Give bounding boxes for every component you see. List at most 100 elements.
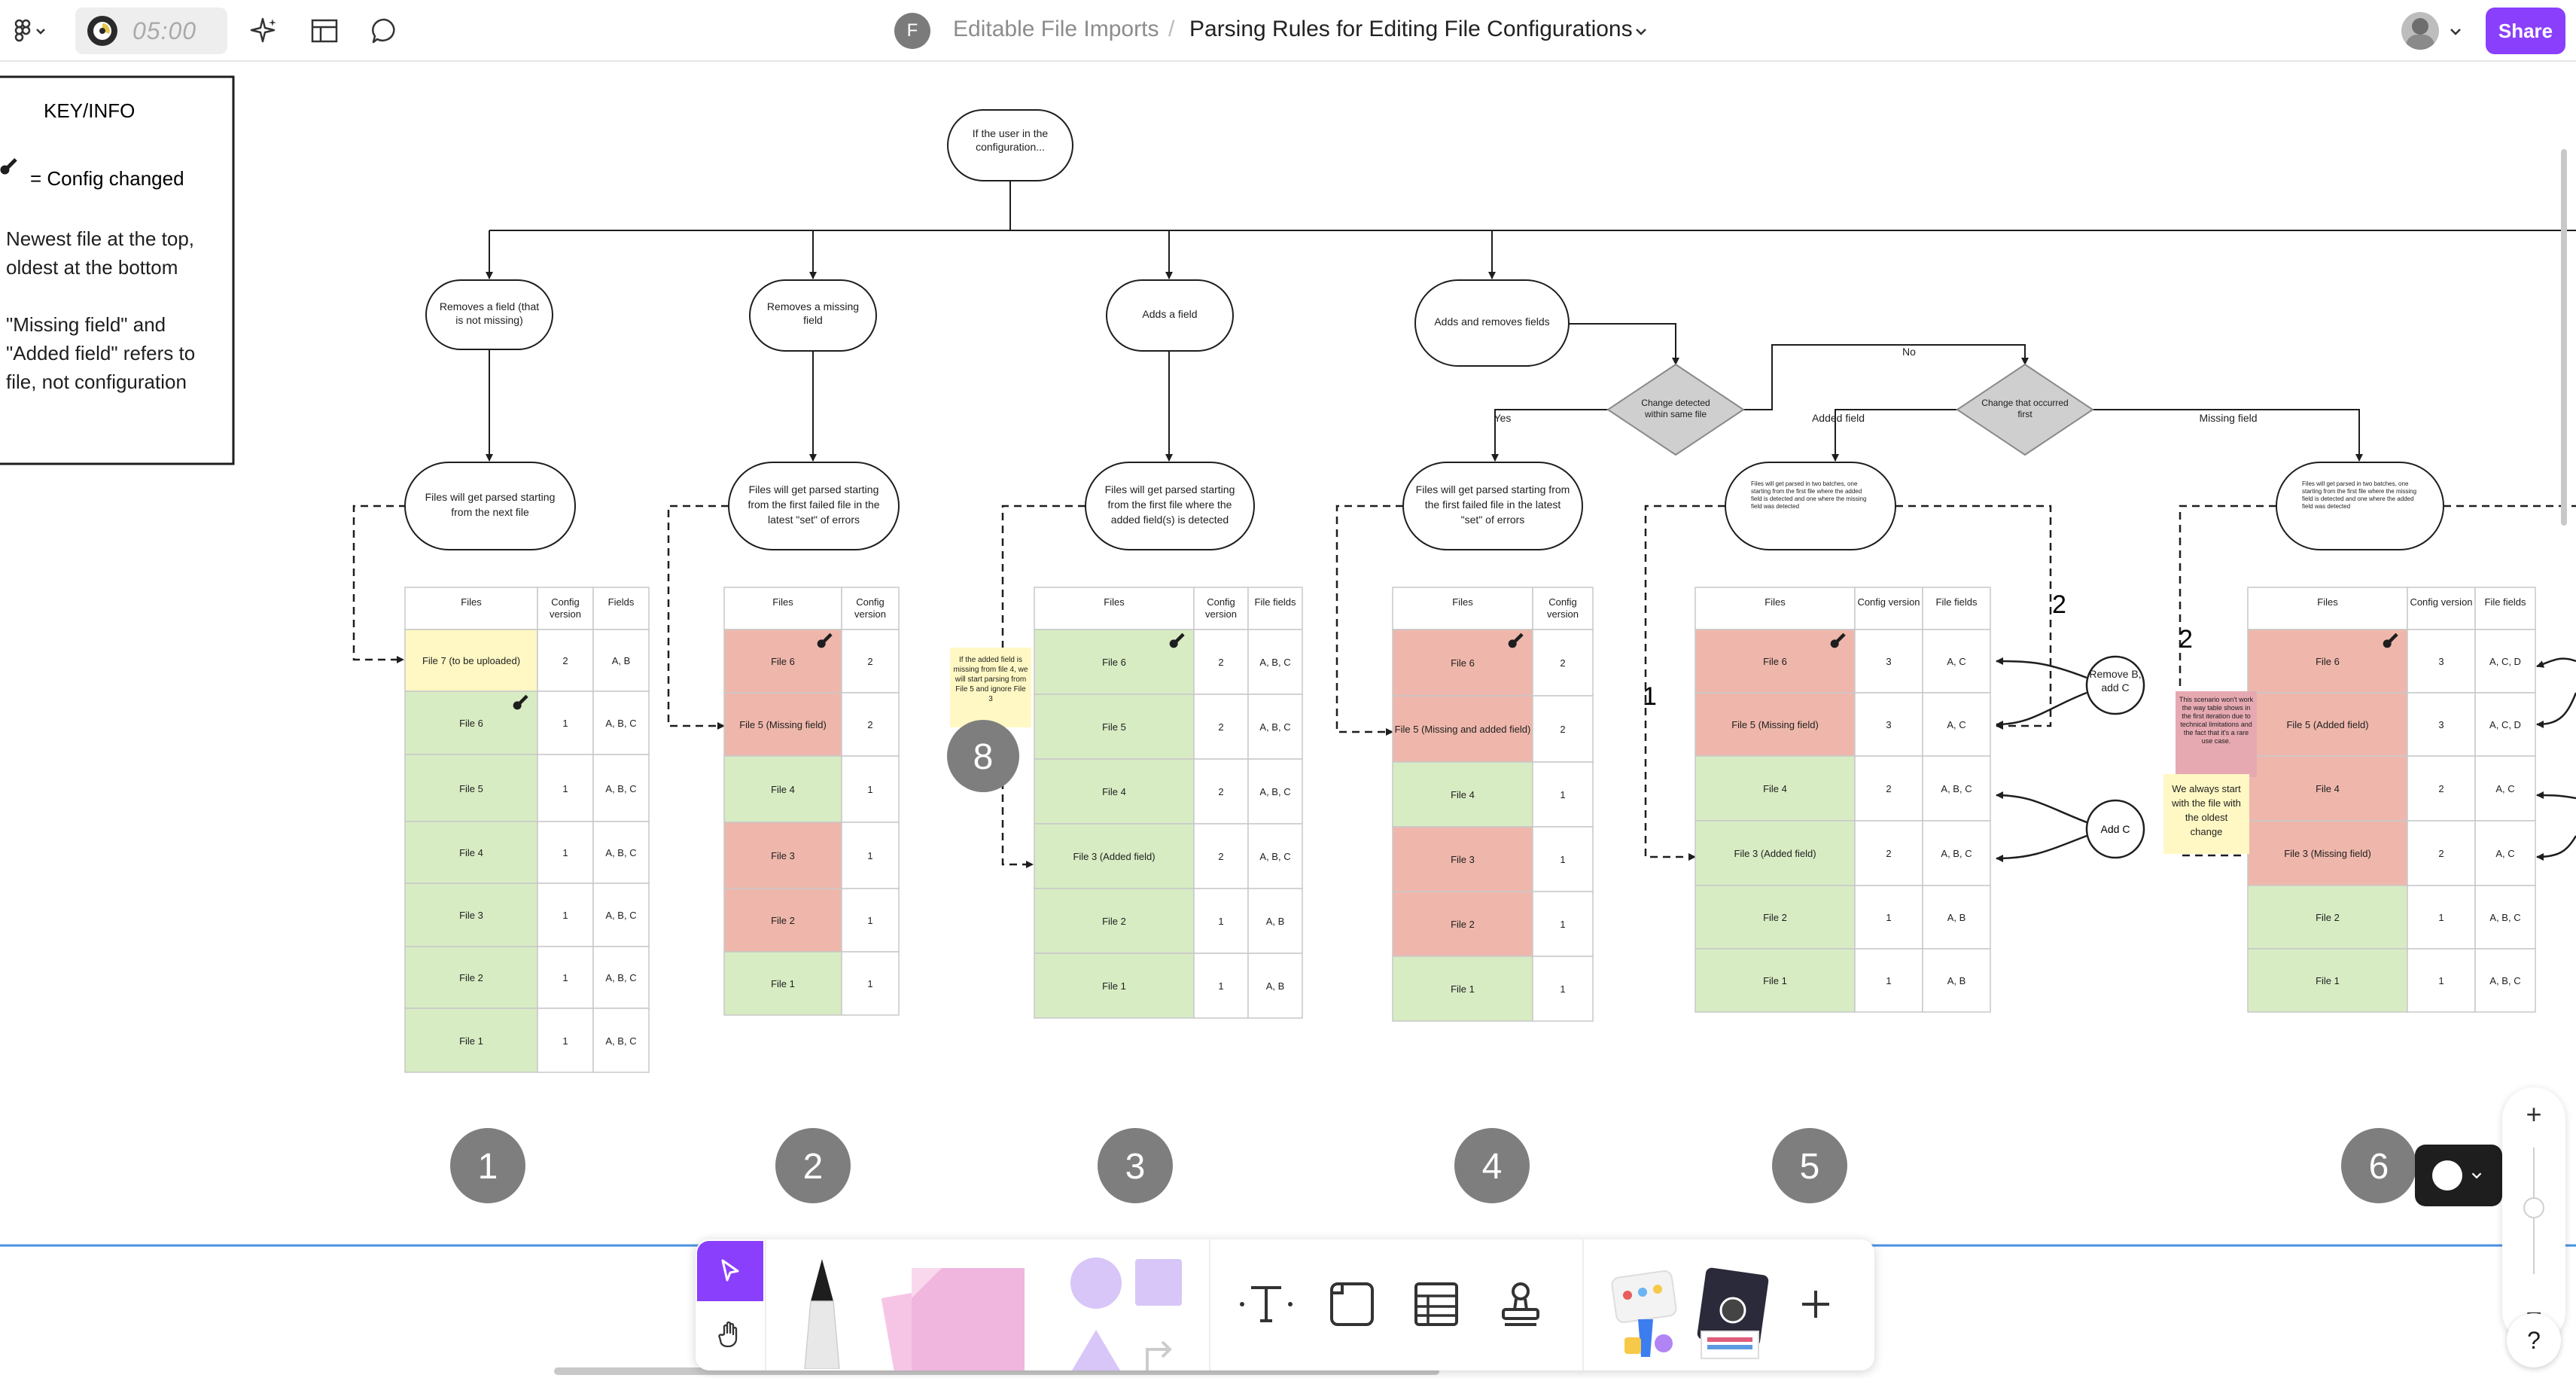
key-title: KEY/INFO bbox=[44, 99, 135, 122]
table-cell-text: File 3 bbox=[771, 850, 795, 861]
table-cell-text: File 3 bbox=[1451, 854, 1475, 865]
layout-button[interactable] bbox=[306, 14, 343, 48]
top-bar: 05:00 F Editable File Imports / Parsing … bbox=[0, 0, 2576, 62]
table-cell-text: A, B, C bbox=[1941, 783, 1972, 794]
table-cell-text: File 4 bbox=[1763, 783, 1787, 794]
badge-8-text: 8 bbox=[973, 737, 994, 777]
team-avatar[interactable]: F bbox=[894, 13, 930, 49]
section-tool-button[interactable] bbox=[1320, 1273, 1384, 1336]
plus-icon bbox=[1802, 1291, 1829, 1318]
label-missing-field: Missing field bbox=[2199, 412, 2257, 424]
outcome-text-3: Files will get parsed starting from the … bbox=[1104, 483, 1235, 526]
badge-1-text: 1 bbox=[478, 1147, 498, 1187]
remove-b-add-c-text: Remove B, add C bbox=[2089, 668, 2142, 694]
table-header-label: Config version bbox=[1205, 596, 1237, 620]
table-cell-text: File 1 bbox=[1763, 975, 1787, 986]
label-no: No bbox=[1902, 346, 1916, 358]
table-cell-text: 3 bbox=[1886, 719, 1892, 730]
table-header-label: File fields bbox=[1254, 596, 1296, 608]
breadcrumb-project[interactable]: Editable File Imports bbox=[953, 17, 1159, 42]
text-icon bbox=[1240, 1286, 1293, 1322]
table-cell-text: File 1 bbox=[2316, 975, 2340, 986]
table-cell-text: File 4 bbox=[771, 784, 795, 795]
avatar-body bbox=[2406, 35, 2434, 50]
table-cell-text: 1 bbox=[867, 915, 873, 926]
zoom-in-button[interactable]: + bbox=[2502, 1093, 2565, 1136]
table-cell-text: A, B, C bbox=[2489, 975, 2521, 986]
photo-widget-button[interactable] bbox=[1694, 1259, 1769, 1364]
table-header-label: Config version bbox=[854, 596, 886, 620]
figma-menu-icon bbox=[14, 19, 45, 42]
table-cell-text: File 2 bbox=[1763, 912, 1787, 923]
label-yes: Yes bbox=[1494, 412, 1512, 424]
toolbar-divider-3 bbox=[1582, 1239, 1584, 1370]
branch-text-4: Adds and removes fields bbox=[1434, 316, 1550, 328]
badge-4-text: 4 bbox=[1482, 1147, 1503, 1187]
avatar-image bbox=[2412, 18, 2428, 35]
zoom-knob[interactable] bbox=[2523, 1197, 2544, 1218]
ai-sparkle-icon bbox=[250, 17, 276, 43]
comment-button[interactable] bbox=[366, 14, 403, 48]
table-cell-text: 3 bbox=[2438, 656, 2444, 667]
sticky-note-tool-button[interactable] bbox=[881, 1255, 1048, 1370]
table-cell-text: A, B, C bbox=[1259, 657, 1291, 668]
chevron-down-icon[interactable] bbox=[1632, 23, 1650, 41]
figma-menu-button[interactable] bbox=[11, 15, 54, 47]
table-cell-text: 1 bbox=[562, 1035, 568, 1047]
root-text: If the user in the configuration... bbox=[972, 127, 1049, 153]
hand-tool-button[interactable] bbox=[697, 1304, 763, 1364]
ai-button[interactable] bbox=[245, 14, 283, 48]
table-cell-text: 2 bbox=[1560, 657, 1566, 669]
vertical-scrollbar[interactable] bbox=[2561, 149, 2567, 526]
table-header-label: Files bbox=[1452, 596, 1473, 608]
table-cell-text: 1 bbox=[1560, 789, 1566, 800]
share-button[interactable]: Share bbox=[2486, 8, 2565, 54]
user-menu-chevron-icon[interactable] bbox=[2447, 23, 2465, 41]
move-pointer-icon bbox=[721, 1259, 739, 1282]
table-cell-text: 2 bbox=[2438, 783, 2444, 794]
outcome-text-4: Files will get parsed starting from the … bbox=[1415, 483, 1570, 526]
color-picker-button[interactable] bbox=[2415, 1145, 2502, 1206]
add-more-button[interactable] bbox=[1784, 1273, 1847, 1336]
jambot-widget-button[interactable] bbox=[1608, 1259, 1683, 1364]
toolbar-divider-2 bbox=[1209, 1239, 1210, 1370]
shapes-tool-button[interactable] bbox=[1061, 1258, 1185, 1370]
user-avatar[interactable] bbox=[2401, 12, 2439, 50]
table-cell-text: File 4 bbox=[459, 847, 483, 858]
edge-arrows bbox=[2536, 657, 2576, 861]
breadcrumb-separator: / bbox=[1168, 17, 1175, 41]
table-cell-text: A, B, C bbox=[605, 718, 637, 729]
table-cell-text: File 1 bbox=[1451, 983, 1475, 995]
table-header-label: File fields bbox=[2484, 596, 2526, 608]
whiteboard-canvas[interactable]: KEY/INFO = Config changed Newest file at… bbox=[0, 63, 2576, 1378]
marker-icon bbox=[804, 1259, 840, 1369]
hand-icon bbox=[718, 1321, 738, 1348]
shapes-icon bbox=[1070, 1258, 1182, 1370]
table-header-label: Files bbox=[2317, 596, 2338, 608]
table-cell-text: 2 bbox=[1560, 724, 1566, 735]
table-cell-text: 1 bbox=[562, 847, 568, 858]
table-cell-text: 2 bbox=[1886, 848, 1892, 859]
team-initial: F bbox=[906, 20, 918, 41]
table-cell-text: File 2 bbox=[1451, 919, 1475, 930]
stamp-tool-button[interactable] bbox=[1489, 1273, 1552, 1336]
marker-tool-button[interactable] bbox=[786, 1247, 858, 1370]
move-tool-button[interactable] bbox=[697, 1241, 763, 1301]
table-cell-text: File 5 bbox=[1102, 721, 1126, 733]
table-cell-text: 1 bbox=[867, 850, 873, 861]
table-header-label: File fields bbox=[1935, 596, 1978, 608]
help-button[interactable]: ? bbox=[2507, 1313, 2561, 1367]
text-tool-button[interactable] bbox=[1235, 1273, 1298, 1336]
timer-widget[interactable]: 05:00 bbox=[75, 8, 227, 54]
key-order-note: Newest file at the top, oldest at the bo… bbox=[6, 227, 195, 279]
table-cell-text: A, B, C bbox=[605, 972, 637, 983]
table-cell-text: File 2 bbox=[771, 915, 795, 926]
table-cell-text: 2 bbox=[1886, 783, 1892, 794]
file-title[interactable]: Parsing Rules for Editing File Configura… bbox=[1189, 17, 1633, 42]
outcome-text-6: Files will get parsed in two batches, on… bbox=[2302, 480, 2417, 510]
table-tool-button[interactable] bbox=[1405, 1273, 1468, 1336]
toolbar-divider bbox=[765, 1239, 766, 1370]
table-cell-text: 2 bbox=[562, 655, 568, 666]
badge-5-text: 5 bbox=[1800, 1147, 1820, 1187]
table-cell-text: A, C, D bbox=[2489, 719, 2521, 730]
